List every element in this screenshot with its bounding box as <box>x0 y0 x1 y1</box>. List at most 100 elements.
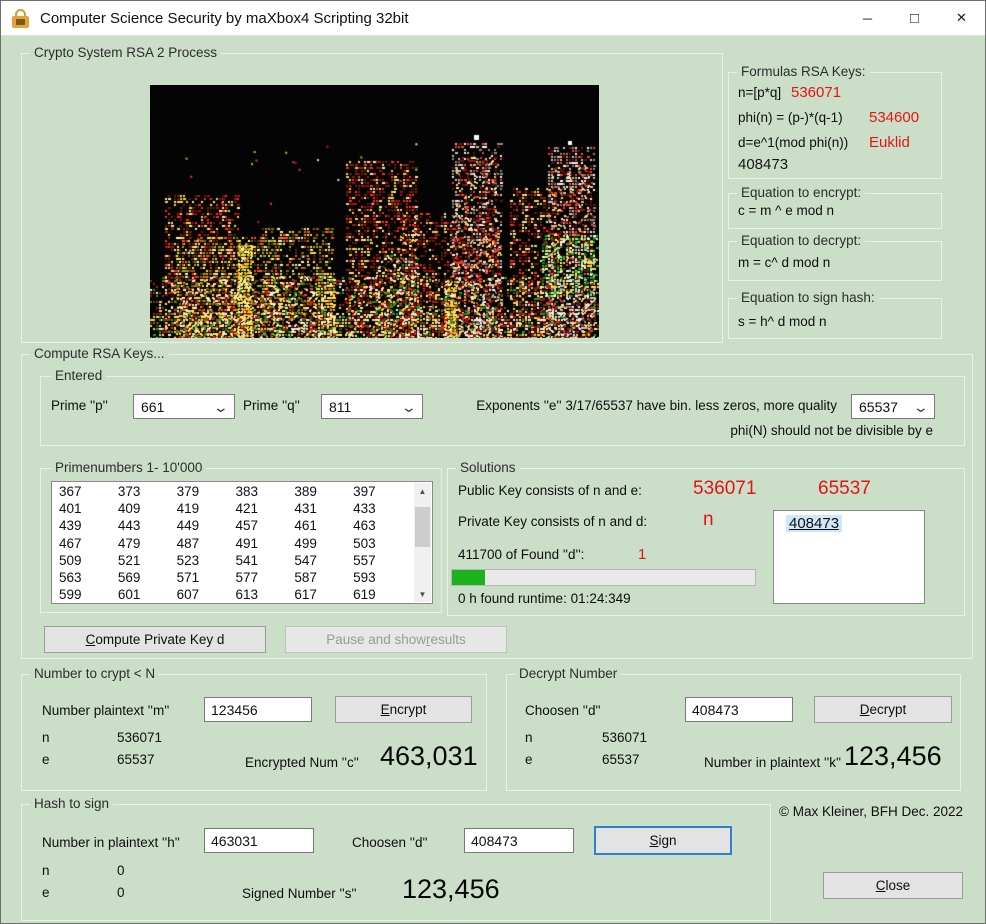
prime-list[interactable]: 3673733793833893974014094194214314334394… <box>51 481 433 604</box>
solutions-group: Solutions Public Key consists of n and e… <box>447 468 965 616</box>
signed-number-value: 123,456 <box>402 874 500 905</box>
prime-number[interactable]: 431 <box>294 501 353 518</box>
prime-number[interactable]: 607 <box>177 587 236 604</box>
formula-d-value: Euklid <box>869 134 910 151</box>
e-value: 0 <box>117 885 125 900</box>
prime-p-select[interactable]: 661 ⌄ <box>133 394 235 419</box>
prime-number[interactable]: 479 <box>118 536 177 553</box>
prime-q-select[interactable]: 811 ⌄ <box>321 394 423 419</box>
m-label: Number plaintext ''m'' <box>42 703 169 718</box>
prime-number[interactable]: 373 <box>118 484 177 501</box>
prime-number[interactable]: 587 <box>294 570 353 587</box>
prime-number[interactable]: 619 <box>353 587 412 604</box>
prime-number[interactable]: 599 <box>59 587 118 604</box>
formula-phi-value: 534600 <box>869 109 919 126</box>
prime-number[interactable]: 467 <box>59 536 118 553</box>
private-key-n: n <box>703 509 714 531</box>
e-value: 65537 <box>117 752 155 767</box>
prime-number[interactable]: 541 <box>235 553 294 570</box>
prime-number[interactable]: 503 <box>353 536 412 553</box>
e-label: e <box>42 885 50 900</box>
prime-number[interactable]: 463 <box>353 518 412 535</box>
prime-number[interactable]: 523 <box>177 553 236 570</box>
exponent-select[interactable]: 65537 ⌄ <box>851 394 935 419</box>
formula-n-label: n=[p*q] <box>738 85 781 100</box>
prime-number[interactable]: 421 <box>235 501 294 518</box>
close-button[interactable]: Close <box>823 872 963 899</box>
prime-number[interactable]: 449 <box>177 518 236 535</box>
scroll-thumb[interactable] <box>415 507 430 547</box>
chevron-down-icon: ⌄ <box>913 403 929 411</box>
prime-number[interactable]: 419 <box>177 501 236 518</box>
prime-number[interactable]: 593 <box>353 570 412 587</box>
prime-number[interactable]: 613 <box>235 587 294 604</box>
prime-number[interactable]: 433 <box>353 501 412 518</box>
public-key-n: 536071 <box>693 478 756 500</box>
primenumbers-title: Primenumbers 1- 10'000 <box>51 460 206 475</box>
prime-number[interactable]: 397 <box>353 484 412 501</box>
prime-list-scrollbar[interactable]: ▲ ▼ <box>414 483 431 602</box>
prime-number[interactable]: 439 <box>59 518 118 535</box>
prime-number[interactable]: 499 <box>294 536 353 553</box>
decrypt-button[interactable]: Decrypt <box>814 696 952 723</box>
title-bar[interactable]: Computer Science Security by maXbox4 Scr… <box>1 1 985 36</box>
minimize-button[interactable]: ─ <box>844 1 891 35</box>
encrypt-button[interactable]: Encrypt <box>335 696 472 723</box>
decrypt-group: Decrypt Number Choosen ''d'' Decrypt n 5… <box>506 674 961 791</box>
formulas-group: Formulas RSA Keys: n=[p*q] 536071 phi(n)… <box>728 72 942 179</box>
prime-number[interactable]: 571 <box>177 570 236 587</box>
maximize-button[interactable]: □ <box>891 1 938 35</box>
decrypt-group-title: Decrypt Number <box>515 666 621 681</box>
runtime-text: 0 h found runtime: 01:24:349 <box>458 591 631 606</box>
public-key-e: 65537 <box>818 478 871 500</box>
prime-number[interactable]: 487 <box>177 536 236 553</box>
prime-number[interactable]: 401 <box>59 501 118 518</box>
crypto-process-group: Crypto System RSA 2 Process <box>21 53 723 343</box>
close-window-button[interactable]: ✕ <box>938 1 985 35</box>
h-input[interactable] <box>204 828 314 853</box>
prime-number[interactable]: 521 <box>118 553 177 570</box>
primenumbers-group: Primenumbers 1- 10'000 36737337938338939… <box>40 468 442 613</box>
prime-q-value: 811 <box>329 399 351 415</box>
e-value: 65537 <box>602 752 640 767</box>
prime-number[interactable]: 617 <box>294 587 353 604</box>
choosen-d-input[interactable] <box>685 697 793 722</box>
compute-private-key-button[interactable]: Compute Private Key d <box>44 626 266 653</box>
pause-show-results-button[interactable]: Pause and show results <box>285 626 507 653</box>
prime-number[interactable]: 557 <box>353 553 412 570</box>
prime-number[interactable]: 547 <box>294 553 353 570</box>
prime-number[interactable]: 491 <box>235 536 294 553</box>
prime-number[interactable]: 379 <box>177 484 236 501</box>
e-label: e <box>525 752 533 767</box>
m-input[interactable] <box>204 697 312 722</box>
chevron-down-icon: ⌄ <box>213 403 229 411</box>
n-label: n <box>42 863 50 878</box>
prime-number[interactable]: 577 <box>235 570 294 587</box>
sign-button[interactable]: Sign <box>594 826 732 855</box>
encrypt-group: Number to crypt < N Number plaintext ''m… <box>21 674 487 791</box>
prime-number[interactable]: 383 <box>235 484 294 501</box>
prime-number[interactable]: 509 <box>59 553 118 570</box>
prime-number[interactable]: 457 <box>235 518 294 535</box>
prime-number[interactable]: 367 <box>59 484 118 501</box>
prime-number[interactable]: 563 <box>59 570 118 587</box>
prime-number[interactable]: 569 <box>118 570 177 587</box>
formula-d-label: d=e^1(mod phi(n)) <box>738 135 848 150</box>
prime-number[interactable]: 389 <box>294 484 353 501</box>
formulas-title: Formulas RSA Keys: <box>737 64 870 79</box>
sign-d-input[interactable] <box>464 828 574 853</box>
found-d-list[interactable]: 408473 <box>773 510 925 604</box>
prime-number[interactable]: 409 <box>118 501 177 518</box>
equation-encrypt-title: Equation to encrypt: <box>737 185 865 200</box>
prime-number[interactable]: 601 <box>118 587 177 604</box>
entered-group: Entered Prime ''p'' 661 ⌄ Prime ''q'' 81… <box>40 376 965 446</box>
n-value: 0 <box>117 863 125 878</box>
scroll-up-icon[interactable]: ▲ <box>419 483 427 499</box>
encrypt-group-title: Number to crypt < N <box>30 666 159 681</box>
prime-number[interactable]: 461 <box>294 518 353 535</box>
scroll-down-icon[interactable]: ▼ <box>419 586 427 602</box>
found-d-item[interactable]: 408473 <box>786 515 842 532</box>
window-title: Computer Science Security by maXbox4 Scr… <box>40 10 409 27</box>
prime-number[interactable]: 443 <box>118 518 177 535</box>
compute-rsa-keys-title: Compute RSA Keys... <box>30 346 169 361</box>
